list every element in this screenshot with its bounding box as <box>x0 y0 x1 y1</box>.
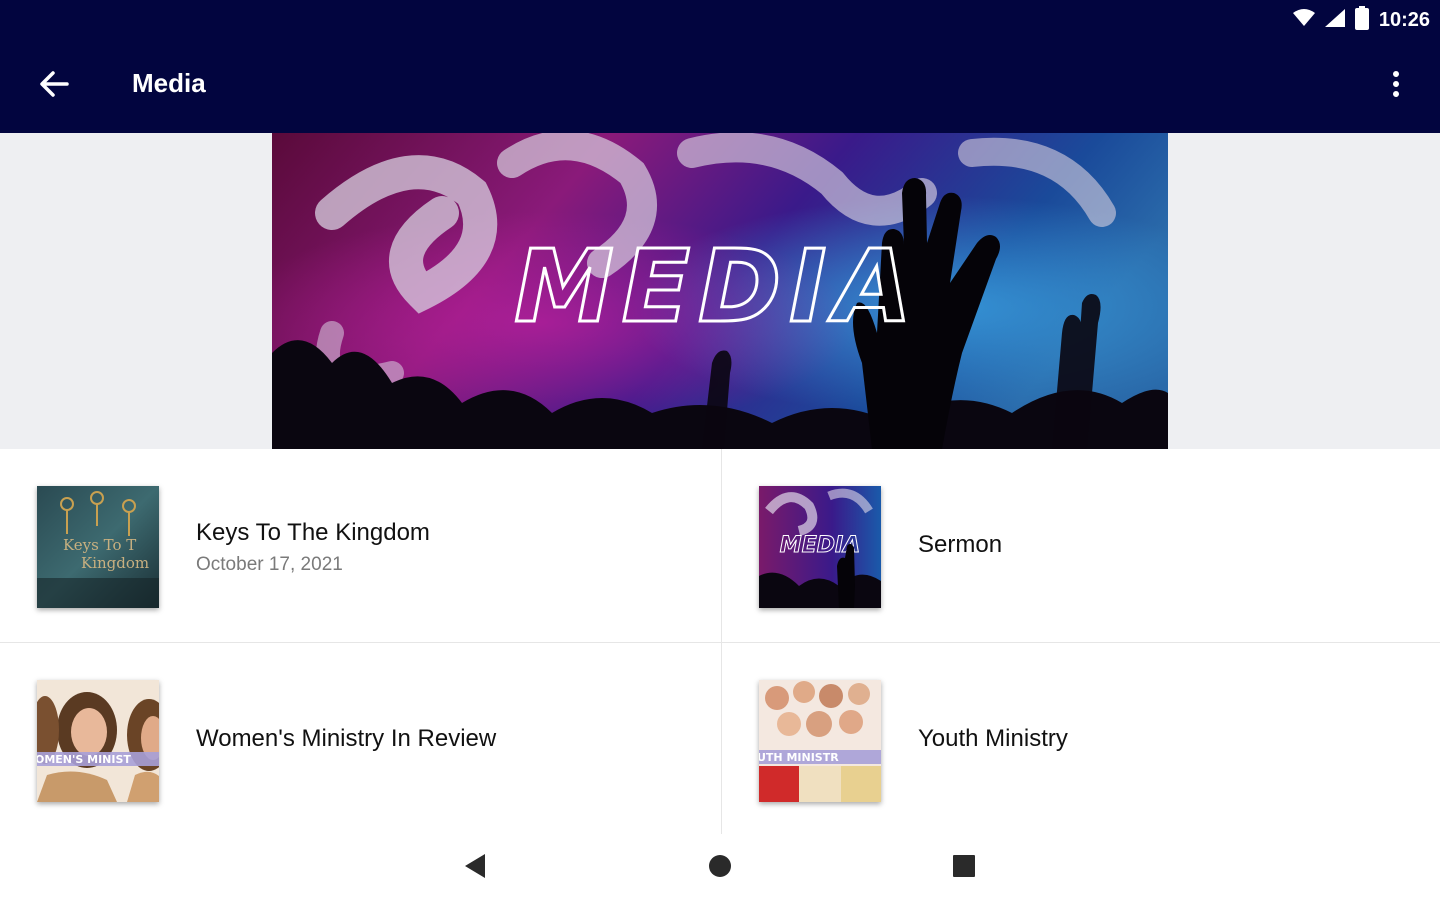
womens-ministry-thumbnail: OMEN'S MINIST <box>37 680 159 802</box>
arrow-left-icon <box>39 70 69 102</box>
media-item-keys-to-the-kingdom[interactable]: Keys To T Kingdom Keys To The Kingdom Oc… <box>0 449 720 642</box>
status-bar: 10:26 <box>0 0 1440 40</box>
more-options-button[interactable] <box>1378 64 1414 108</box>
media-item-womens-ministry[interactable]: OMEN'S MINIST Women's Ministry In Review <box>0 643 720 836</box>
media-item-title: Sermon <box>918 531 1003 558</box>
youth-ministry-thumbnail: UTH MINISTR <box>759 680 881 802</box>
keys-thumbnail-line-1: Keys To T <box>63 536 136 554</box>
nav-back-icon <box>465 853 487 883</box>
banner-title: MEDIA <box>514 228 919 345</box>
system-nav-bar <box>0 834 1440 900</box>
media-banner-image: MEDIA <box>272 133 1168 449</box>
column-divider <box>721 449 722 834</box>
media-item-sermon[interactable]: MEDIA Sermon <box>722 449 1440 642</box>
nav-home-button[interactable] <box>700 848 740 888</box>
nav-home-icon <box>708 854 732 883</box>
cell-signal-icon <box>1324 8 1345 32</box>
row-divider <box>0 642 1440 643</box>
keys-thumbnail-line-2: Kingdom <box>81 554 149 572</box>
media-item-title: Keys To The Kingdom <box>196 519 430 546</box>
media-item-title: Women's Ministry In Review <box>196 725 497 752</box>
app-bar: Media <box>0 40 1440 133</box>
media-item-youth-ministry[interactable]: UTH MINISTR Youth Ministry <box>722 643 1440 836</box>
more-vert-icon <box>1392 70 1400 103</box>
banner-area: MEDIA <box>0 133 1440 449</box>
keys-to-the-kingdom-thumbnail: Keys To T Kingdom <box>37 486 159 608</box>
media-item-date: October 17, 2021 <box>196 554 343 575</box>
sermon-thumbnail: MEDIA <box>759 486 881 608</box>
youth-thumbnail-text: UTH MINISTR <box>759 751 839 764</box>
nav-back-button[interactable] <box>456 848 496 888</box>
wifi-icon <box>1292 8 1315 32</box>
battery-icon <box>1354 5 1369 35</box>
nav-recents-icon <box>953 854 975 882</box>
media-item-title: Youth Ministry <box>918 725 1068 752</box>
page-title: Media <box>132 68 206 98</box>
media-grid: Keys To T Kingdom Keys To The Kingdom Oc… <box>0 449 1440 834</box>
back-button[interactable] <box>28 62 80 110</box>
status-time: 10:26 <box>1378 8 1430 31</box>
nav-recents-button[interactable] <box>944 848 984 888</box>
status-icons: 10:26 <box>1292 5 1430 35</box>
womens-thumbnail-text: OMEN'S MINIST <box>37 753 131 766</box>
